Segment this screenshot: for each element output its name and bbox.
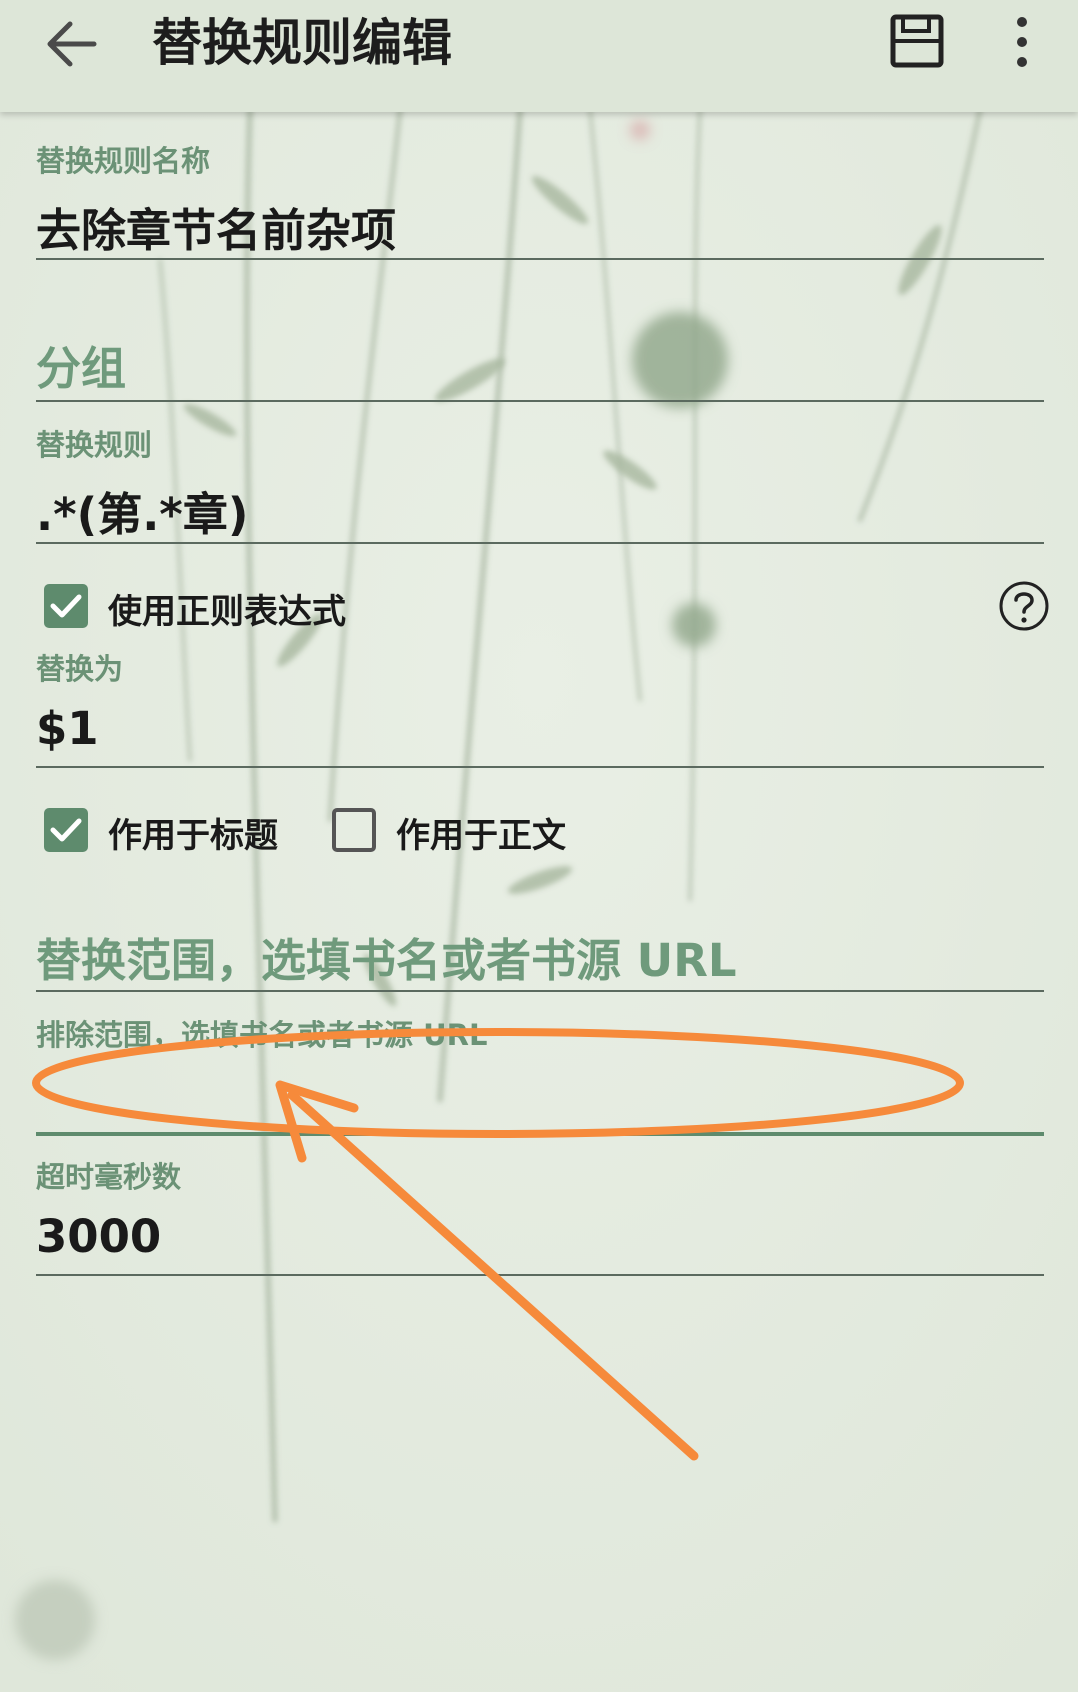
checkmark-icon bbox=[50, 818, 82, 842]
pattern-field[interactable]: .*(第.*章) bbox=[36, 466, 1044, 542]
replacement-field[interactable]: $1 bbox=[36, 690, 1044, 766]
apply-to-content-label: 作用于正文 bbox=[396, 816, 566, 856]
use-regex-checkbox[interactable] bbox=[44, 584, 88, 628]
rule-name-value: 去除章节名前杂项 bbox=[36, 204, 397, 257]
timeout-value: 3000 bbox=[36, 1210, 162, 1263]
apply-to-title-checkbox[interactable] bbox=[44, 808, 88, 852]
rule-name-label: 替换规则名称 bbox=[36, 144, 211, 178]
replacement-value: $1 bbox=[36, 702, 99, 755]
group-field[interactable]: 分组 bbox=[36, 320, 1044, 400]
pattern-label: 替换规则 bbox=[36, 428, 153, 462]
group-underline bbox=[36, 400, 1044, 402]
help-circle-icon bbox=[999, 581, 1049, 631]
more-vertical-icon bbox=[1017, 17, 1027, 67]
scope-placeholder: 替换范围，选填书名或者书源 URL bbox=[36, 934, 737, 987]
save-icon bbox=[890, 14, 944, 68]
exclude-scope-underline bbox=[36, 1132, 1044, 1136]
timeout-field[interactable]: 3000 bbox=[36, 1198, 1044, 1274]
regex-help-button[interactable] bbox=[998, 580, 1050, 632]
timeout-label: 超时毫秒数 bbox=[36, 1160, 182, 1194]
apply-to-content-checkbox[interactable] bbox=[332, 808, 376, 852]
top-app-bar: 替换规则编辑 bbox=[0, 0, 1078, 112]
group-placeholder: 分组 bbox=[36, 342, 127, 395]
use-regex-label: 使用正则表达式 bbox=[108, 592, 346, 632]
page-title: 替换规则编辑 bbox=[152, 14, 452, 72]
rule-name-field[interactable]: 去除章节名前杂项 bbox=[36, 180, 1044, 260]
replacement-underline bbox=[36, 766, 1044, 768]
scope-underline bbox=[36, 990, 1044, 992]
pattern-underline bbox=[36, 542, 1044, 544]
apply-to-title-label: 作用于标题 bbox=[108, 816, 278, 856]
arrow-left-icon bbox=[47, 21, 97, 67]
exclude-scope-field[interactable] bbox=[36, 1054, 1044, 1134]
exclude-scope-label: 排除范围，选填书名或者书源 URL bbox=[36, 1018, 488, 1052]
replacement-label: 替换为 bbox=[36, 652, 124, 686]
pattern-value: .*(第.*章) bbox=[36, 488, 249, 541]
checkmark-icon bbox=[50, 594, 82, 618]
scope-field[interactable]: 替换范围，选填书名或者书源 URL bbox=[36, 910, 1044, 990]
more-options-button[interactable] bbox=[1004, 12, 1040, 72]
replace-rule-form: 替换规则名称 去除章节名前杂项 分组 替换规则 .*(第.*章) 使用正则表达式… bbox=[0, 0, 1078, 1692]
save-button[interactable] bbox=[888, 12, 946, 70]
timeout-underline bbox=[36, 1274, 1044, 1276]
rule-name-underline bbox=[36, 258, 1044, 260]
back-button[interactable] bbox=[36, 12, 108, 76]
